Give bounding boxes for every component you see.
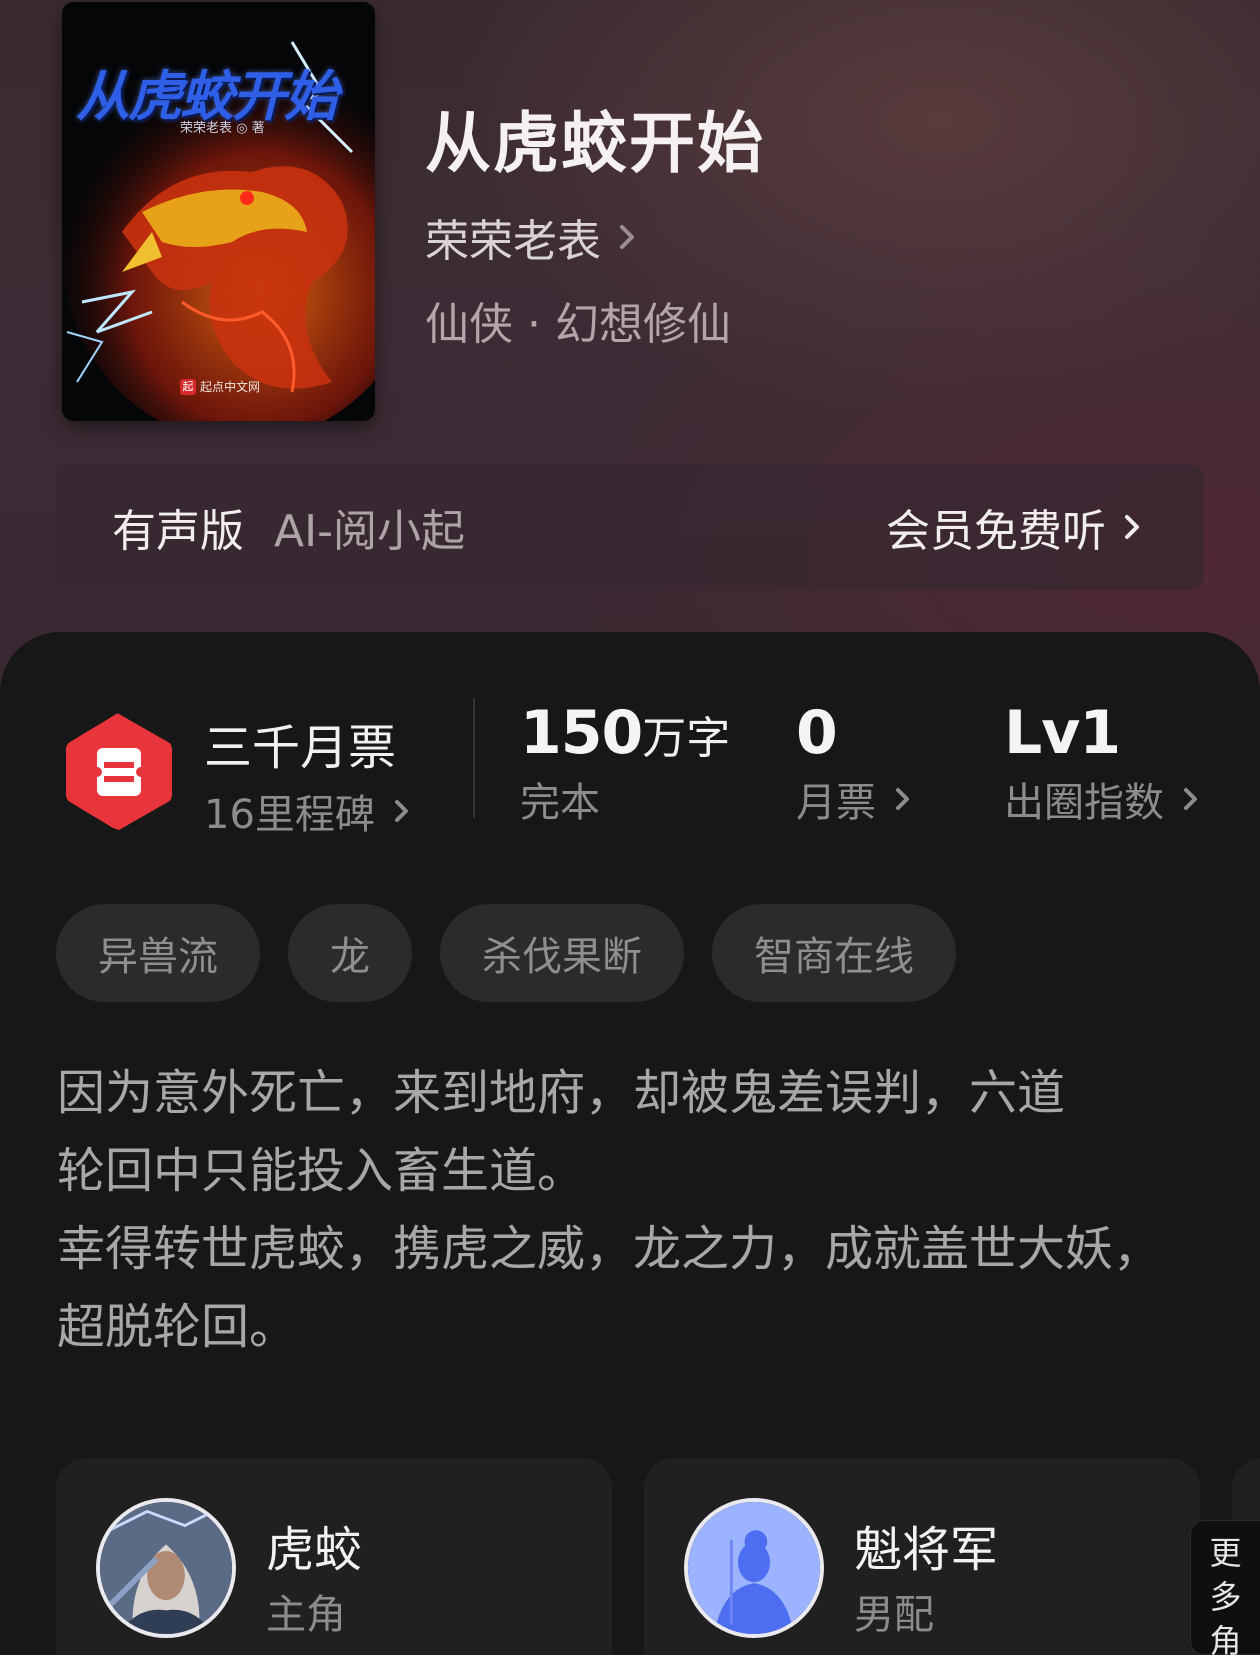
monthly-votes-block[interactable]: 0 月票 (796, 698, 914, 828)
avatar (96, 1498, 236, 1638)
author-link[interactable]: 荣荣老表 (425, 205, 641, 269)
word-count-unit: 万字 (642, 713, 731, 764)
audiobook-bar[interactable]: 有声版 AI-阅小起 会员免费听 (56, 464, 1204, 590)
chevron-right-icon (394, 800, 408, 822)
popularity-label: 出圈指数 (1004, 780, 1164, 826)
popularity-value: Lv1 (1004, 698, 1121, 768)
popularity-link[interactable]: 出圈指数 (1004, 770, 1202, 828)
chevron-right-icon (1125, 515, 1139, 539)
synopsis-line: 轮回中只能投入畜生道。 (57, 1143, 586, 1199)
more-characters-char: 多 (1209, 1578, 1242, 1616)
popularity-block[interactable]: Lv1 出圈指数 (1004, 698, 1202, 828)
tag-chip[interactable]: 杀伐果断 (440, 904, 684, 1002)
monthly-votes-link[interactable]: 月票 (796, 770, 914, 828)
character-card[interactable]: 魁将军 男配 (644, 1458, 1200, 1655)
book-title: 从虎蛟开始 (425, 105, 765, 182)
character-card[interactable]: 虎蛟 主角 (56, 1458, 612, 1655)
monthly-votes-value: 0 (796, 698, 838, 768)
synopsis-line: 因为意外死亡，来到地府，却被鬼差误判，六道 (57, 1065, 1066, 1121)
listen-free-button[interactable]: 会员免费听 (886, 495, 1146, 559)
character-role: 主角 (266, 1592, 346, 1638)
listen-free-label: 会员免费听 (886, 506, 1106, 557)
synopsis-line: 幸得转世虎蛟，携虎之威，龙之力，成就盖世大妖， (57, 1221, 1162, 1277)
silhouette-avatar-icon (688, 1502, 820, 1634)
synopsis-line: 超脱轮回。 (57, 1299, 298, 1355)
book-cover[interactable]: 从虎蛟开始 荣荣老表 ◎ 著 起 起点中文网 (62, 2, 375, 421)
stats-divider (473, 698, 475, 818)
completion-status: 完本 (520, 780, 600, 826)
more-characters-char: 更 (1209, 1534, 1242, 1572)
milestones-label: 16里程碑 (204, 792, 375, 838)
book-detail-page: 从虎蛟开始 荣荣老表 ◎ 著 起 起点中文网 从虎蛟开始 荣荣老表 仙侠 · 幻… (0, 0, 1260, 1655)
ticket-rank: 三千月票 (204, 720, 397, 776)
monthly-votes-label: 月票 (796, 780, 876, 826)
cover-publisher: 起 起点中文网 (180, 378, 260, 395)
author-name: 荣荣老表 (425, 216, 601, 267)
publisher-name: 起点中文网 (200, 380, 261, 394)
word-count-number: 150 (520, 698, 643, 768)
tag-list: 异兽流 龙 杀伐果断 智商在线 (56, 904, 956, 1002)
audiobook-voice: AI-阅小起 (274, 506, 465, 557)
more-characters-button[interactable]: 更 多 角 (1190, 1520, 1260, 1655)
publisher-logo-icon: 起 (180, 378, 196, 395)
chevron-right-icon (620, 225, 634, 249)
character-name: 虎蛟 (266, 1522, 363, 1578)
genre-label[interactable]: 仙侠 · 幻想修仙 (425, 288, 731, 352)
synopsis[interactable]: 因为意外死亡，来到地府，却被鬼差误判，六道 轮回中只能投入畜生道。 幸得转世虎蛟… (57, 1054, 1217, 1366)
more-characters-char: 角 (1209, 1622, 1242, 1655)
tag-chip[interactable]: 龙 (288, 904, 412, 1002)
chevron-right-icon (1184, 788, 1197, 810)
character-name: 魁将军 (854, 1522, 999, 1578)
tag-chip[interactable]: 智商在线 (712, 904, 956, 1002)
chevron-right-icon (896, 788, 909, 810)
monthly-ticket-icon[interactable] (62, 710, 176, 834)
milestones-link[interactable]: 16里程碑 (204, 782, 413, 840)
audiobook-label: 有声版 (112, 506, 244, 557)
word-count-block: 150万字 完本 (520, 698, 730, 828)
character-portrait-icon (100, 1502, 232, 1634)
character-role: 男配 (854, 1592, 934, 1638)
ticket-rank-block[interactable]: 三千月票 16里程碑 (204, 708, 413, 840)
tag-chip[interactable]: 异兽流 (56, 904, 260, 1002)
avatar (684, 1498, 824, 1638)
cover-author-art: 荣荣老表 ◎ 著 (180, 121, 265, 136)
